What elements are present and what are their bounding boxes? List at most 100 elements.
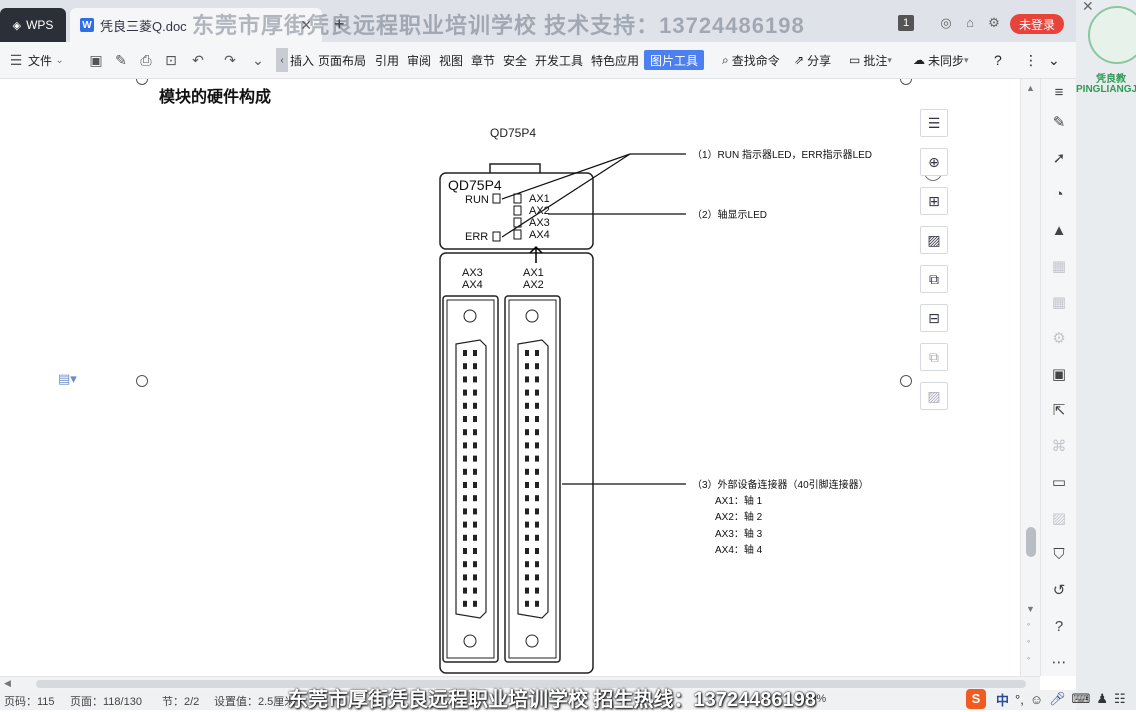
scroll-down-icon[interactable]: ▼	[1026, 604, 1035, 614]
picture-edit-icon[interactable]: ▨	[920, 226, 948, 254]
connector-pin	[535, 574, 539, 581]
run-led	[492, 193, 501, 204]
scroll-left-icon[interactable]: ◀	[4, 678, 11, 689]
scroll-thumb[interactable]	[1026, 527, 1036, 557]
shield-icon[interactable]: ⛉	[1049, 545, 1069, 565]
wps-home-tab[interactable]: ◈ WPS	[0, 8, 66, 42]
tools-icon[interactable]: ⚙	[1049, 329, 1069, 349]
tab-references[interactable]: 引用	[375, 42, 399, 78]
comment-button[interactable]: ▭ 批注 ▾	[849, 42, 892, 78]
next-page-icon[interactable]: ◦	[1027, 653, 1030, 663]
ime-lang[interactable]: 中	[996, 690, 1009, 709]
ime-menu-icon[interactable]: ☷	[1114, 691, 1126, 707]
shirt-icon[interactable]: ⌂	[962, 15, 978, 31]
crop-icon[interactable]: ⊞	[920, 187, 948, 215]
login-button[interactable]: 未登录	[1010, 14, 1064, 34]
print-icon[interactable]: ⎙	[138, 52, 154, 68]
connector-pin	[525, 508, 529, 515]
format-painter-icon[interactable]: ✎	[113, 52, 129, 68]
share-icon: ⇗	[794, 53, 805, 67]
more-quick-access-icon[interactable]: ⌄	[250, 52, 266, 68]
shapes-icon[interactable]: ◔	[1049, 185, 1069, 205]
skin-ime-icon[interactable]: ♟	[1096, 691, 1108, 707]
wrap-text-icon[interactable]: ☰	[920, 109, 948, 137]
help-side-icon[interactable]: ?	[1049, 617, 1069, 637]
translate-icon[interactable]: ⌘	[1049, 437, 1069, 457]
connector-pin	[535, 468, 539, 475]
window-close-icon[interactable]: ✕	[1082, 0, 1094, 15]
tab-special[interactable]: 特色应用	[591, 42, 639, 78]
tab-review[interactable]: 审阅	[407, 42, 431, 78]
style-icon[interactable]: ▲	[1049, 221, 1069, 241]
undo-icon[interactable]: ↶	[190, 52, 206, 68]
axis-map-3: AX3：轴 3	[715, 527, 763, 540]
print-preview-icon[interactable]: ⊡	[163, 52, 179, 68]
save-icon[interactable]: ▣	[88, 52, 104, 68]
file-menu[interactable]: 文件 ⌄	[28, 42, 64, 78]
pen-icon[interactable]: ✎	[1049, 113, 1069, 133]
status-page[interactable]: 页面：118/130	[70, 693, 142, 709]
sogou-icon[interactable]: S	[966, 689, 986, 709]
select-browse-icon[interactable]: ◦	[1027, 636, 1030, 646]
tab-insert[interactable]: 插入	[290, 42, 314, 78]
ribbon: ☰ 文件 ⌄ ▣ ✎ ⎙ ⊡ ↶ ↷ ⌄ 插入 页面布局 引用 审阅 视图 章节…	[0, 42, 1076, 79]
tab-security[interactable]: 安全	[503, 42, 527, 78]
sync-button[interactable]: ☁ 未同步 ▾	[913, 42, 969, 78]
keyboard-icon[interactable]: ⌨	[1072, 691, 1091, 707]
collapse-ribbon-icon[interactable]: ⌄	[1048, 42, 1060, 78]
select-cursor-icon[interactable]: ➚	[1049, 149, 1069, 169]
bottom-watermark: 东莞市厚街凭良远程职业培训学校 招生热线：13724486198	[288, 689, 816, 711]
vertical-scrollbar[interactable]: ▲ ▼ ◦ ◦ ◦	[1020, 79, 1041, 676]
tab-picture-tools[interactable]: 图片工具	[644, 50, 705, 70]
more-icon[interactable]: ⋮	[1024, 42, 1038, 78]
ime-toolbar[interactable]: S 中 °, ☺ 🎤︎ ⌨ ♟ ☷	[966, 688, 1126, 710]
tab-chapter[interactable]: 章节	[471, 42, 495, 78]
document-canvas[interactable]: 模块的硬件构成 ▤▾ QD75P4 QD75P4 RUN ERR AX1 AX2…	[0, 79, 1020, 676]
status-section[interactable]: 节：2/2	[162, 693, 199, 709]
skin-icon[interactable]: ◎	[938, 15, 954, 31]
connector-pin	[525, 363, 529, 370]
help-button[interactable]: ?	[994, 42, 1002, 78]
status-row[interactable]: 页码：115	[4, 693, 55, 709]
ribbon-scroll-left-icon[interactable]: ‹	[276, 48, 288, 72]
layout-grid-icon[interactable]: ▦	[1049, 293, 1069, 313]
connector-pin	[463, 350, 467, 356]
zoom-in-icon[interactable]: ⊕	[920, 148, 948, 176]
translate-image-icon[interactable]: ⊟	[920, 304, 948, 332]
share-button[interactable]: ⇗ 分享	[794, 42, 831, 78]
picture-compare-icon[interactable]: ⧉	[920, 343, 948, 371]
left-conn-label-bottom: AX4	[462, 279, 483, 291]
picture-replace-icon[interactable]: ▨	[920, 382, 948, 410]
sidebar-collapse-icon[interactable]: ≡	[1049, 83, 1069, 103]
callout1-text: （1）RUN 指示器LED，ERR指示器LED	[692, 148, 872, 161]
connector-pin	[473, 548, 477, 554]
tab-page-layout[interactable]: 页面布局	[318, 42, 366, 78]
more-side-icon[interactable]: ⋯	[1049, 653, 1069, 673]
search-command[interactable]: ⌕ 查找命令	[722, 42, 780, 78]
scroll-up-icon[interactable]: ▲	[1026, 83, 1035, 93]
punctuation-icon[interactable]: °,	[1015, 692, 1024, 707]
status-setting[interactable]: 设置值：2.5厘米	[214, 693, 295, 709]
connector-pin	[535, 521, 539, 528]
menu-icon[interactable]: ☰	[8, 52, 24, 68]
tab-view[interactable]: 视图	[439, 42, 463, 78]
redo-icon[interactable]: ↷	[222, 52, 238, 68]
share-side-icon[interactable]: ⇱	[1049, 401, 1069, 421]
settings-icon[interactable]: ⚙	[986, 15, 1002, 31]
emoji-icon[interactable]: ☺	[1030, 692, 1043, 707]
logo-line2: PINGLIANGJ	[1076, 84, 1136, 95]
led-label-ax2: AX2	[529, 205, 550, 217]
microphone-icon[interactable]: 🎤︎	[1049, 691, 1066, 707]
table-icon[interactable]: ▦	[1049, 257, 1069, 277]
connector-pin	[463, 376, 467, 383]
previous-page-icon[interactable]: ◦	[1027, 619, 1030, 629]
page-count-badge[interactable]: 1	[898, 15, 914, 31]
archive-icon[interactable]: ▭	[1049, 473, 1069, 493]
connector-pin	[535, 429, 539, 436]
image-side-icon[interactable]: ▨	[1049, 509, 1069, 529]
tab-developer[interactable]: 开发工具	[535, 42, 583, 78]
history-icon[interactable]: ↺	[1049, 581, 1069, 601]
connector-pin	[535, 389, 539, 396]
image-to-text-icon[interactable]: ⧉	[920, 265, 948, 293]
picture-icon[interactable]: ▣	[1049, 365, 1069, 385]
